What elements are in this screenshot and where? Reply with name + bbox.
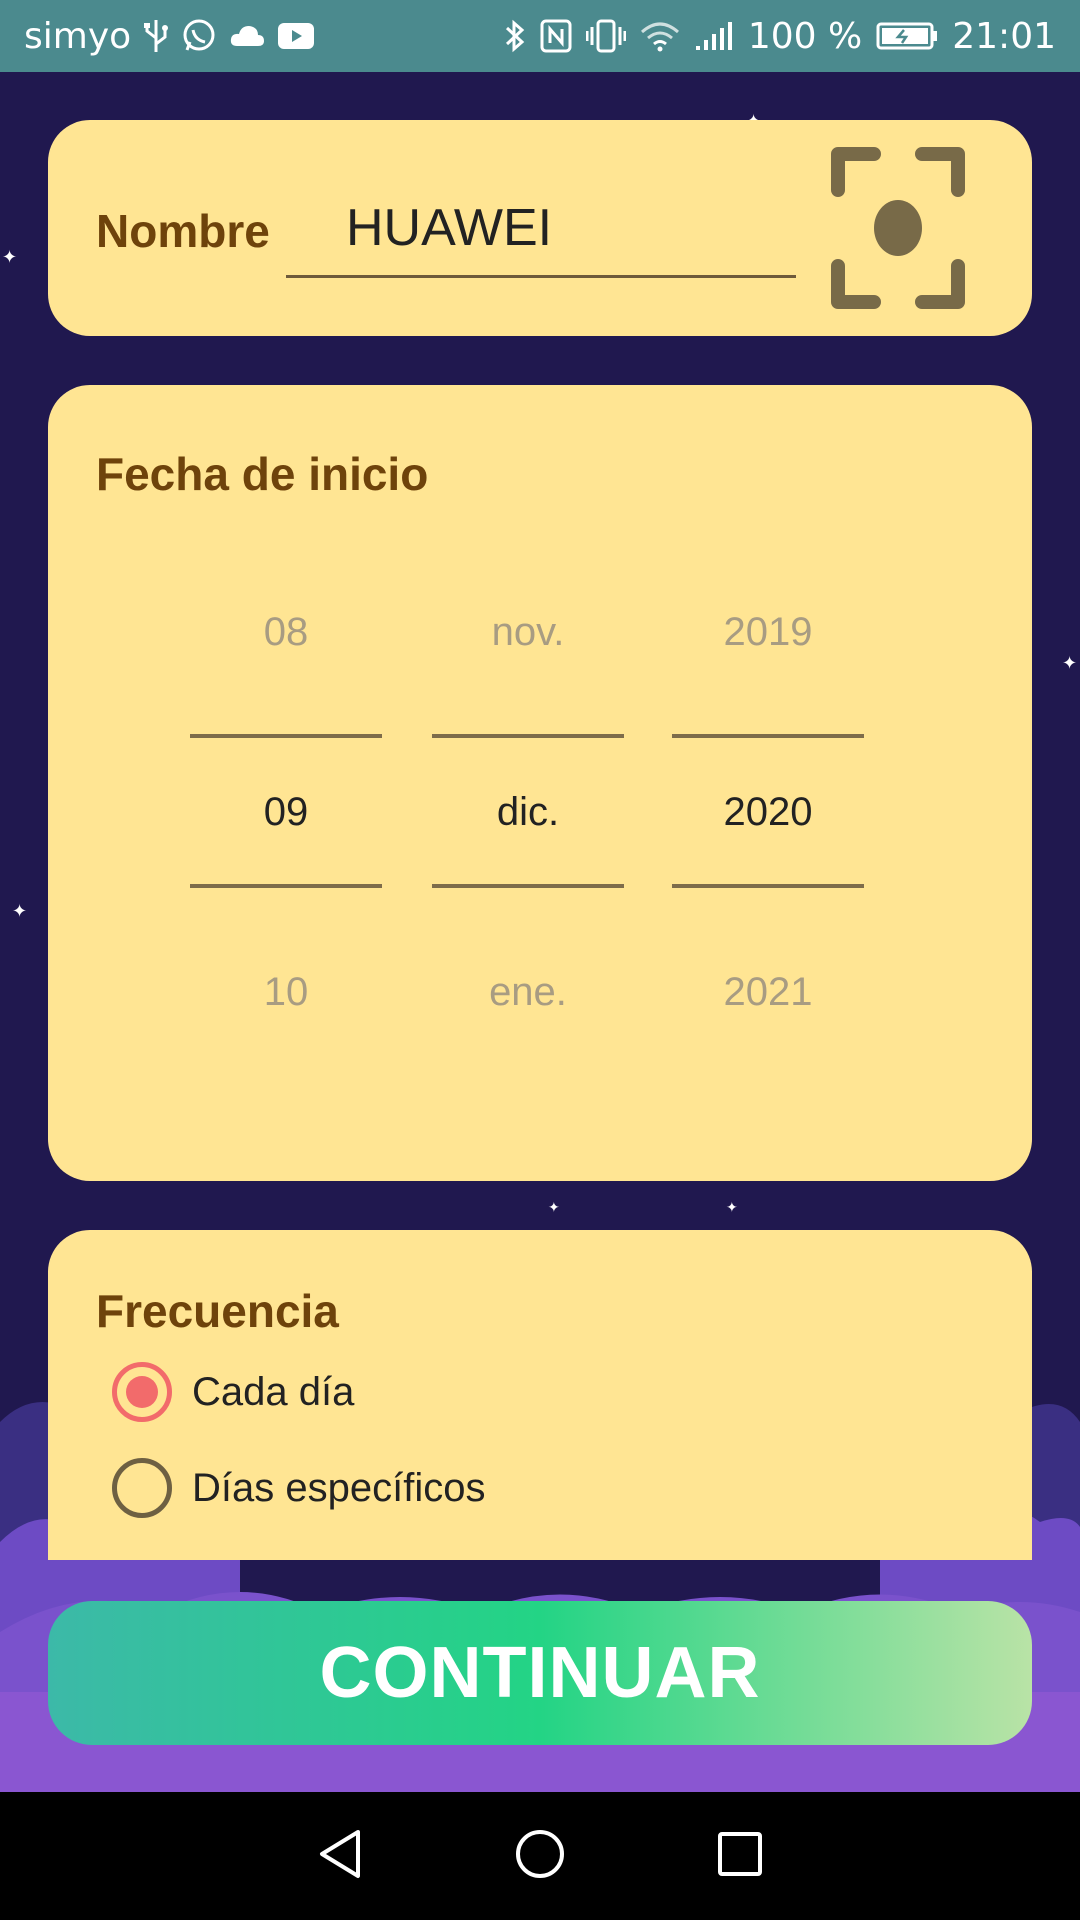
battery-icon bbox=[876, 21, 938, 51]
back-icon[interactable] bbox=[316, 1828, 364, 1885]
month-prev-option[interactable]: nov. bbox=[432, 610, 624, 655]
start-date-label: Fecha de inicio bbox=[96, 448, 429, 500]
day-selected-value[interactable]: 09 bbox=[190, 790, 382, 835]
month-picker-bottom-line bbox=[432, 884, 624, 888]
star-decoration: ✦ bbox=[726, 1199, 738, 1215]
start-date-card: Fecha de inicio 08 09 10 nov. dic. ene. … bbox=[48, 385, 1032, 1181]
frequency-label: Frecuencia bbox=[96, 1285, 339, 1337]
navigation-bar bbox=[0, 1792, 1080, 1920]
name-card: Nombre HUAWEI bbox=[48, 120, 1032, 336]
usb-icon bbox=[143, 18, 169, 54]
star-decoration: ✦ bbox=[1062, 653, 1078, 673]
radio-option-every-day[interactable]: Cada día bbox=[112, 1362, 354, 1422]
day-next-option[interactable]: 10 bbox=[190, 970, 382, 1015]
name-label: Nombre bbox=[96, 205, 270, 257]
wifi-icon bbox=[640, 20, 680, 52]
star-decoration: ✦ bbox=[12, 901, 28, 921]
day-prev-option[interactable]: 08 bbox=[190, 610, 382, 655]
status-bar: simyo 100 % 21:01 bbox=[0, 0, 1080, 72]
month-selected-value[interactable]: dic. bbox=[432, 790, 624, 835]
month-picker-top-line bbox=[432, 734, 624, 738]
day-picker-bottom-line bbox=[190, 884, 382, 888]
cloud-icon bbox=[229, 22, 265, 50]
month-next-option[interactable]: ene. bbox=[432, 970, 624, 1015]
year-prev-option[interactable]: 2019 bbox=[672, 610, 864, 655]
youtube-icon bbox=[277, 22, 315, 50]
bluetooth-icon bbox=[504, 18, 526, 54]
clock: 21:01 bbox=[952, 15, 1056, 57]
vibrate-icon bbox=[585, 19, 626, 53]
star-decoration: ✦ bbox=[548, 1199, 560, 1215]
whatsapp-icon bbox=[181, 18, 217, 54]
battery-percent: 100 % bbox=[747, 15, 863, 57]
radio-option-specific-days[interactable]: Días específicos bbox=[112, 1458, 485, 1518]
frequency-card: Frecuencia Cada día Días específicos bbox=[48, 1230, 1032, 1560]
carrier-name: simyo bbox=[24, 15, 132, 57]
year-picker-bottom-line bbox=[672, 884, 864, 888]
star-decoration: ✦ bbox=[2, 247, 18, 267]
nfc-icon bbox=[540, 19, 572, 53]
radio-label: Días específicos bbox=[192, 1465, 486, 1510]
year-next-option[interactable]: 2021 bbox=[672, 970, 864, 1015]
recents-icon[interactable] bbox=[716, 1830, 764, 1883]
year-selected-value[interactable]: 2020 bbox=[672, 790, 864, 835]
home-icon[interactable] bbox=[514, 1828, 566, 1885]
continue-button[interactable]: CONTINUAR bbox=[48, 1601, 1032, 1745]
year-picker-top-line bbox=[672, 734, 864, 738]
scan-frame-icon[interactable] bbox=[828, 144, 968, 312]
app-screen: ✦ ✦ ✦ ✦ ✦ ✦ Nombre HUAWEI bbox=[0, 72, 1080, 1792]
radio-label: Cada día bbox=[192, 1369, 355, 1414]
name-input[interactable]: HUAWEI bbox=[286, 180, 796, 278]
signal-icon bbox=[694, 20, 734, 52]
radio-selected-icon[interactable] bbox=[112, 1362, 172, 1422]
radio-unselected-icon[interactable] bbox=[112, 1458, 172, 1518]
day-picker-top-line bbox=[190, 734, 382, 738]
